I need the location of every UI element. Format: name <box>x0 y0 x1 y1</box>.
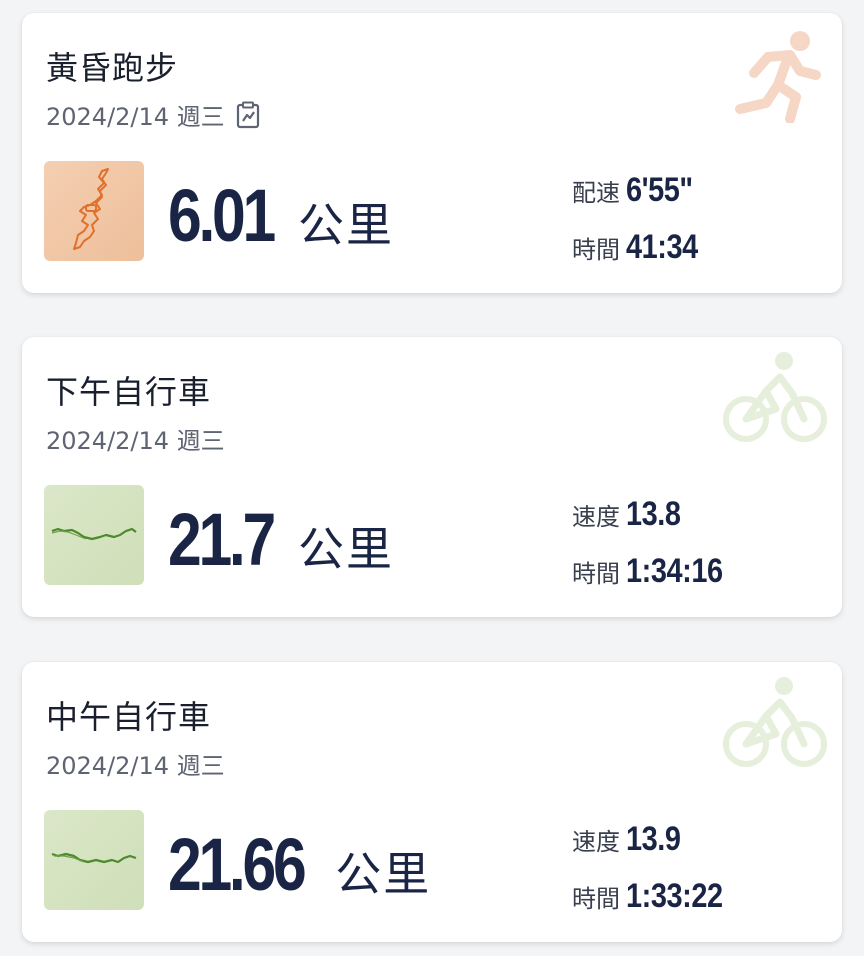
distance-value: 21.7 <box>168 498 276 581</box>
speed-value: 13.9 <box>626 820 681 858</box>
activity-card-evening-run[interactable]: 黃昏跑步 2024/2/14 週三 6.01 公里 配速 6'55" 時間 41… <box>22 13 842 293</box>
time-value: 1:34:16 <box>626 552 723 590</box>
distance-display: 21.66 公里 <box>168 822 431 907</box>
speed-stat: 速度 13.9 <box>572 820 740 859</box>
activity-date: 2024/2/14 週三 <box>46 427 225 455</box>
activity-date-row: 2024/2/14 週三 <box>46 421 225 456</box>
activity-date-row: 2024/2/14 週三 <box>46 746 225 781</box>
activity-title: 下午自行車 <box>46 373 212 411</box>
activity-card-afternoon-ride[interactable]: 下午自行車 2024/2/14 週三 21.7 公里 速度 13.8 時間 1:… <box>22 337 842 617</box>
speed-value: 13.8 <box>626 495 681 533</box>
activity-title: 中午自行車 <box>46 698 212 736</box>
time-value: 1:33:22 <box>626 877 723 915</box>
distance-value: 21.66 <box>168 823 307 906</box>
time-value: 41:34 <box>626 228 698 266</box>
distance-value: 6.01 <box>168 174 276 257</box>
running-icon <box>718 23 828 124</box>
activity-title: 黃昏跑步 <box>46 49 179 87</box>
distance-unit: 公里 <box>298 198 395 252</box>
route-map-thumbnail[interactable] <box>44 810 144 910</box>
time-label: 時間 <box>572 885 620 913</box>
cycling-icon <box>718 347 828 447</box>
time-stat: 時間 41:34 <box>572 228 710 267</box>
activity-card-noon-ride[interactable]: 中午自行車 2024/2/14 週三 21.66 公里 速度 13.9 時間 1… <box>22 662 842 942</box>
time-label: 時間 <box>572 560 620 588</box>
route-map-thumbnail[interactable] <box>44 161 144 261</box>
time-label: 時間 <box>572 236 620 264</box>
distance-display: 21.7 公里 <box>168 497 394 582</box>
activity-date: 2024/2/14 週三 <box>46 103 225 131</box>
distance-unit: 公里 <box>298 522 395 576</box>
distance-unit: 公里 <box>335 847 432 901</box>
pace-stat: 配速 6'55" <box>572 171 710 210</box>
route-map-thumbnail[interactable] <box>44 485 144 585</box>
cycling-icon <box>718 672 828 772</box>
activity-date-row: 2024/2/14 週三 <box>46 97 261 132</box>
activity-list: 黃昏跑步 2024/2/14 週三 6.01 公里 配速 6'55" 時間 41… <box>0 0 864 956</box>
activity-stats: 配速 6'55" 時間 41:34 <box>572 171 710 267</box>
speed-stat: 速度 13.8 <box>572 495 740 534</box>
pace-label: 配速 <box>572 179 620 207</box>
distance-display: 6.01 公里 <box>168 173 394 258</box>
note-icon <box>235 101 261 129</box>
time-stat: 時間 1:34:16 <box>572 552 740 591</box>
activity-stats: 速度 13.8 時間 1:34:16 <box>572 495 740 591</box>
speed-label: 速度 <box>572 503 620 531</box>
speed-label: 速度 <box>572 828 620 856</box>
pace-value: 6'55" <box>626 171 693 209</box>
activity-stats: 速度 13.9 時間 1:33:22 <box>572 820 740 916</box>
activity-date: 2024/2/14 週三 <box>46 752 225 780</box>
time-stat: 時間 1:33:22 <box>572 877 740 916</box>
